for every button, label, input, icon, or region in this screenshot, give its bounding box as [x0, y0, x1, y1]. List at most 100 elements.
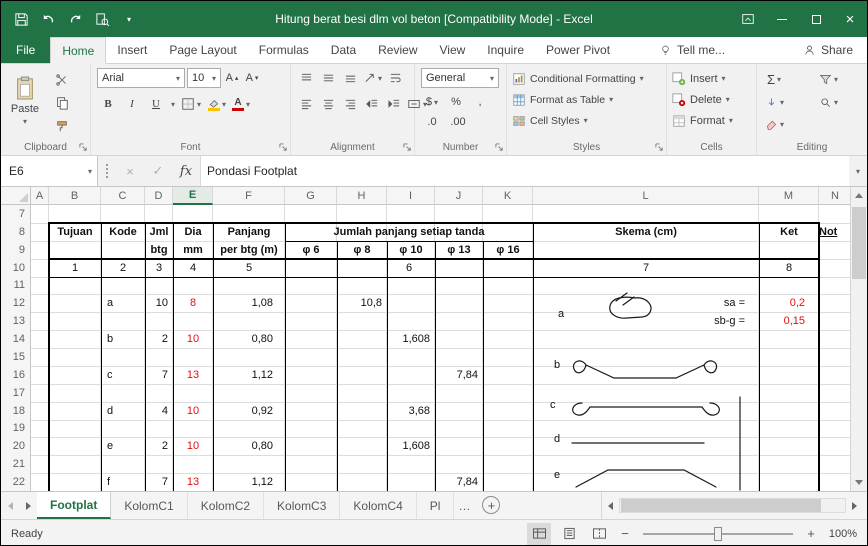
page-break-view-button[interactable]	[587, 523, 611, 545]
decrease-font-button[interactable]: A ▾	[243, 68, 261, 88]
cell-D14[interactable]: 2	[145, 330, 173, 348]
vertical-scrollbar[interactable]	[850, 187, 867, 491]
cell-E18[interactable]: 10	[173, 402, 213, 420]
align-top-button[interactable]	[297, 68, 315, 88]
column-header-G[interactable]: G	[285, 187, 337, 205]
column-header-D[interactable]: D	[145, 187, 173, 205]
row-header-13[interactable]: 13	[1, 312, 31, 332]
conditional-formatting-button[interactable]: Conditional Formatting ▾	[507, 68, 666, 89]
wrap-text-button[interactable]	[386, 68, 404, 88]
cell-D16[interactable]: 7	[145, 366, 173, 384]
scroll-down-button[interactable]	[851, 474, 867, 491]
cell-C14[interactable]: b	[101, 330, 145, 348]
cell-C12[interactable]: a	[101, 294, 145, 312]
horizontal-scrollbar[interactable]	[601, 492, 867, 519]
cell-N8[interactable]: Not	[819, 223, 852, 241]
cell-E9[interactable]: mm	[173, 241, 213, 259]
cell-F8[interactable]: Panjang	[213, 223, 285, 241]
row-header-9[interactable]: 9	[1, 240, 31, 260]
cell-C10[interactable]: 2	[101, 259, 145, 277]
tab-file[interactable]: File	[1, 37, 51, 63]
share-button[interactable]: Share	[789, 37, 867, 63]
cell-D18[interactable]: 4	[145, 402, 173, 420]
cell-I18[interactable]: 3,68	[387, 402, 435, 420]
cell-E16[interactable]: 13	[173, 366, 213, 384]
formula-input[interactable]: Pondasi Footplat	[200, 156, 849, 186]
cell-M8[interactable]: Ket	[759, 223, 819, 241]
insert-function-button[interactable]: fx	[172, 156, 200, 186]
row-header-11[interactable]: 11	[1, 276, 31, 296]
tab-data[interactable]: Data	[320, 37, 367, 63]
scroll-left-button[interactable]	[602, 497, 619, 514]
cell-I20[interactable]: 1,608	[387, 437, 435, 455]
row-header-8[interactable]: 8	[1, 222, 31, 242]
sheet-nav-right-button[interactable]	[19, 492, 37, 519]
cell-G9[interactable]: φ 6	[285, 241, 337, 259]
undo-button[interactable]	[35, 6, 61, 32]
column-header-A[interactable]: A	[31, 187, 49, 205]
sheet-tab-kolomc2[interactable]: KolomC2	[187, 492, 265, 519]
redo-button[interactable]	[62, 6, 88, 32]
font-size-select[interactable]: 10 ▾	[187, 68, 221, 88]
fill-button[interactable]: ▾	[765, 92, 784, 112]
tab-review[interactable]: Review	[367, 37, 428, 63]
cell-G8[interactable]: Jumlah panjang setiap tanda	[285, 223, 533, 241]
cell-E10[interactable]: 4	[173, 259, 213, 277]
clipboard-dialog-launcher[interactable]	[79, 143, 88, 152]
sheet-tab-kolomc1[interactable]: KolomC1	[111, 492, 188, 519]
cell-H9[interactable]: φ 8	[337, 241, 387, 259]
spreadsheet-grid[interactable]: abcde A B C D E F G H I J K L M N 7 8 9 10 11 12 13 14 15 16 17 1…	[1, 187, 852, 491]
delete-cells-button[interactable]: Delete ▾	[667, 89, 756, 110]
row-header-7[interactable]: 7	[1, 205, 31, 224]
cell-D10[interactable]: 3	[145, 259, 173, 277]
tab-inquire[interactable]: Inquire	[476, 37, 535, 63]
cell-M10[interactable]: 8	[759, 259, 819, 277]
italic-button[interactable]: I	[123, 94, 141, 114]
cell-F20[interactable]: 0,80	[213, 437, 285, 455]
select-all-corner[interactable]	[1, 187, 31, 205]
alignment-dialog-launcher[interactable]	[403, 143, 412, 152]
align-bottom-button[interactable]	[341, 68, 359, 88]
accounting-format-button[interactable]: $ ▾	[423, 92, 441, 112]
ribbon-display-options-button[interactable]	[731, 1, 765, 37]
comma-style-button[interactable]: ,	[471, 92, 489, 112]
clear-button[interactable]: ▾	[765, 114, 784, 134]
column-header-J[interactable]: J	[435, 187, 483, 205]
cell-C16[interactable]: c	[101, 366, 145, 384]
cell-F12[interactable]: 1,08	[213, 294, 285, 312]
align-left-button[interactable]	[297, 94, 315, 114]
format-as-table-button[interactable]: Format as Table ▾	[507, 89, 666, 110]
underline-button[interactable]: U	[147, 94, 165, 114]
save-button[interactable]	[8, 6, 34, 32]
fill-color-button[interactable]: ▾	[207, 94, 226, 114]
column-header-N[interactable]: N	[819, 187, 852, 205]
cell-D12[interactable]: 10	[145, 294, 173, 312]
cell-M12[interactable]: 0,2	[759, 294, 819, 312]
column-header-C[interactable]: C	[101, 187, 145, 205]
cell-C8[interactable]: Kode	[101, 223, 145, 241]
row-header-10[interactable]: 10	[1, 258, 31, 278]
cell-B10[interactable]: 1	[49, 259, 101, 277]
row-header-18[interactable]: 18	[1, 401, 31, 421]
cell-I14[interactable]: 1,608	[387, 330, 435, 348]
cell-K9[interactable]: φ 16	[483, 241, 533, 259]
cell-G10[interactable]: 6	[285, 259, 533, 277]
expand-formula-bar-button[interactable]: ▾	[849, 156, 867, 186]
zoom-slider[interactable]	[643, 526, 793, 541]
tab-insert[interactable]: Insert	[106, 37, 158, 63]
cell-D22[interactable]: 7	[145, 473, 173, 491]
decrease-decimal-button[interactable]: .00	[449, 112, 467, 132]
maximize-button[interactable]	[799, 1, 833, 37]
column-header-I[interactable]: I	[387, 187, 435, 205]
row-header-20[interactable]: 20	[1, 437, 31, 457]
row-header-21[interactable]: 21	[1, 455, 31, 475]
cell-styles-button[interactable]: Cell Styles ▾	[507, 110, 666, 131]
cell-F16[interactable]: 1,12	[213, 366, 285, 384]
insert-cells-button[interactable]: Insert ▾	[667, 68, 756, 89]
sheet-nav-left-button[interactable]	[1, 492, 19, 519]
zoom-out-button[interactable]: −	[617, 526, 633, 541]
row-header-15[interactable]: 15	[1, 348, 31, 367]
cell-C18[interactable]: d	[101, 402, 145, 420]
font-dialog-launcher[interactable]	[279, 143, 288, 152]
column-header-K[interactable]: K	[483, 187, 533, 205]
